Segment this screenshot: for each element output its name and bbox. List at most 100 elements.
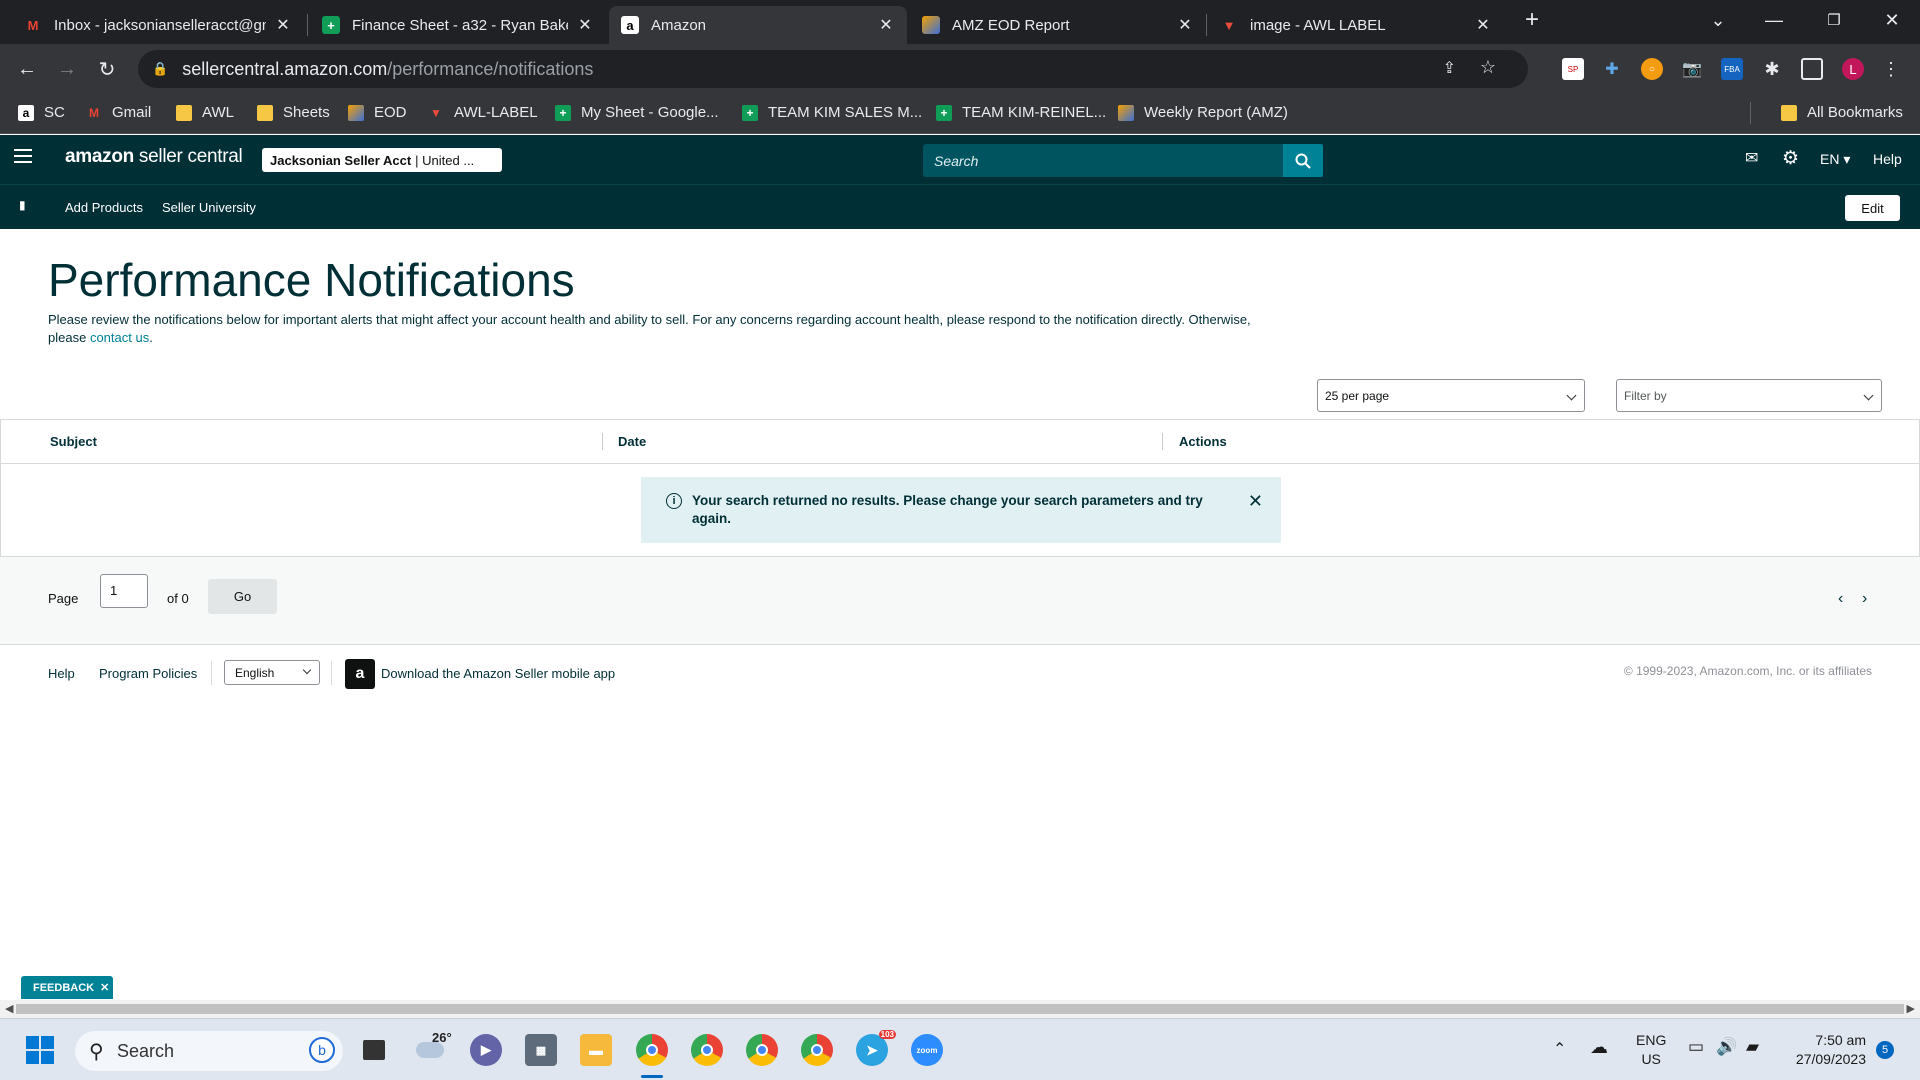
network-icon[interactable]: ▭ xyxy=(1688,1037,1704,1057)
input-language[interactable]: ENG US xyxy=(1636,1031,1666,1069)
filter-select[interactable]: Filter by xyxy=(1616,379,1882,412)
bookmark-my-sheet[interactable]: + My Sheet - Google... xyxy=(555,104,719,121)
language-switcher[interactable]: EN ▾ xyxy=(1820,151,1850,168)
teams-chat-icon[interactable]: ▶ xyxy=(470,1034,502,1066)
footer-policies-link[interactable]: Program Policies xyxy=(99,666,197,681)
clock[interactable]: 7:50 am 27/09/2023 xyxy=(1788,1031,1866,1069)
page-number-input[interactable]: 1 xyxy=(100,574,148,608)
feedback-button[interactable]: FEEDBACK ✕ xyxy=(21,976,113,999)
tab-gmail[interactable]: M Inbox - jacksonianselleracct@gm ✕ xyxy=(12,6,304,44)
scroll-left-icon[interactable]: ◀ xyxy=(5,1002,13,1015)
close-icon[interactable]: ✕ xyxy=(1474,15,1492,35)
fba-extension-icon[interactable]: FBA xyxy=(1721,58,1743,80)
search-input[interactable]: Search xyxy=(923,144,1323,177)
bookmark-sheets[interactable]: Sheets xyxy=(257,104,330,121)
subnav-seller-university[interactable]: Seller University xyxy=(162,200,256,215)
account-switcher[interactable]: Jacksonian Seller Acct | United ... xyxy=(262,148,502,172)
volume-icon[interactable]: 🔊 xyxy=(1716,1037,1737,1057)
column-date[interactable]: Date xyxy=(618,434,646,449)
scroll-right-icon[interactable]: ▶ xyxy=(1907,1002,1915,1015)
minimize-icon[interactable]: — xyxy=(1746,0,1802,40)
column-subject[interactable]: Subject xyxy=(50,434,97,449)
close-icon[interactable]: ✕ xyxy=(576,15,594,35)
close-icon[interactable]: ✕ xyxy=(274,15,292,35)
contact-us-link[interactable]: contact us xyxy=(90,330,149,345)
close-icon[interactable]: ✕ xyxy=(877,15,895,35)
window-close-icon[interactable]: ✕ xyxy=(1864,0,1920,40)
chrome-icon[interactable] xyxy=(636,1034,668,1066)
per-page-select[interactable]: 25 per page xyxy=(1317,379,1585,412)
subnav-add-products[interactable]: Add Products xyxy=(65,200,143,215)
bookmark-team-kim-reinel[interactable]: + TEAM KIM-REINEL... xyxy=(936,104,1106,121)
close-icon[interactable]: ✕ xyxy=(1176,15,1194,35)
task-view-icon[interactable] xyxy=(358,1034,390,1066)
calculator-icon[interactable]: ▦ xyxy=(525,1034,557,1066)
tab-finance-sheet[interactable]: + Finance Sheet - a32 - Ryan Bake ✕ xyxy=(310,6,606,44)
back-icon[interactable]: ← xyxy=(12,54,42,84)
weather-widget-icon[interactable]: 26° xyxy=(414,1030,452,1066)
bing-icon[interactable]: b xyxy=(309,1037,335,1063)
file-explorer-icon[interactable]: ▬ xyxy=(580,1034,612,1066)
reload-icon[interactable]: ↻ xyxy=(92,54,122,84)
scrollbar-thumb[interactable] xyxy=(16,1004,1904,1014)
puzzle-icon[interactable]: ✱ xyxy=(1761,58,1783,80)
side-panel-icon[interactable] xyxy=(1801,58,1823,80)
footer-divider xyxy=(331,661,332,685)
taskbar-search[interactable]: ⚲ Search b xyxy=(75,1031,343,1071)
tab-amazon[interactable]: a Amazon ✕ xyxy=(609,6,907,44)
profile-avatar[interactable]: L xyxy=(1842,58,1864,80)
chrome-icon[interactable] xyxy=(801,1034,833,1066)
forward-icon[interactable]: → xyxy=(52,54,82,84)
extension-icon[interactable]: ○ xyxy=(1641,58,1663,80)
bookmark-awl[interactable]: AWL xyxy=(176,104,234,121)
mail-icon[interactable]: ✉ xyxy=(1745,148,1758,168)
edit-button[interactable]: Edit xyxy=(1845,195,1900,221)
close-icon[interactable]: ✕ xyxy=(1248,491,1263,512)
next-page-icon[interactable]: › xyxy=(1862,590,1867,608)
telegram-icon[interactable]: ➤ 103 xyxy=(856,1030,896,1066)
notification-badge[interactable]: 5 xyxy=(1876,1041,1894,1059)
tab-separator xyxy=(1206,14,1207,36)
bookmark-gmail[interactable]: M Gmail xyxy=(86,104,151,121)
chrome-icon[interactable] xyxy=(691,1034,723,1066)
extension-icon[interactable]: ✚ xyxy=(1601,58,1623,80)
menu-kebab-icon[interactable]: ⋮ xyxy=(1880,58,1902,80)
bookmark-star-icon[interactable]: ☆ xyxy=(1480,57,1496,78)
go-button[interactable]: Go xyxy=(208,579,277,614)
tab-title: Finance Sheet - a32 - Ryan Bake xyxy=(352,16,568,34)
seller-central-logo[interactable]: amazon seller central xyxy=(65,146,243,168)
bookmark-awl-label[interactable]: ▼ AWL-LABEL xyxy=(428,104,538,121)
bookmark-team-kim-sales[interactable]: + TEAM KIM SALES M... xyxy=(742,104,922,121)
new-tab-button[interactable]: + xyxy=(1504,0,1560,40)
windows-start-icon[interactable] xyxy=(24,1034,56,1066)
amazon-app-icon[interactable]: a xyxy=(345,659,375,689)
footer-help-link[interactable]: Help xyxy=(48,666,75,681)
extension-icon[interactable]: SP xyxy=(1562,58,1584,80)
address-bar[interactable]: 🔒 sellercentral.amazon.com/performance/n… xyxy=(138,50,1528,88)
close-icon[interactable]: ✕ xyxy=(100,981,109,994)
previous-page-icon[interactable]: ‹ xyxy=(1838,590,1843,608)
bookmark-eod[interactable]: EOD xyxy=(348,104,407,121)
share-icon[interactable]: ⇪ xyxy=(1443,58,1456,78)
bookmark-icon[interactable]: ▮ xyxy=(19,198,26,212)
show-hidden-icons[interactable]: ⌃ xyxy=(1553,1039,1566,1059)
tab-awl-label[interactable]: ▼ image - AWL LABEL ✕ xyxy=(1208,6,1504,44)
onedrive-icon[interactable]: ☁ xyxy=(1590,1037,1608,1058)
horizontal-scrollbar[interactable]: ◀ ▶ xyxy=(0,1000,1920,1018)
gear-icon[interactable]: ⚙ xyxy=(1782,147,1799,170)
tab-search-icon[interactable]: ⌄ xyxy=(1690,0,1746,40)
zoom-icon[interactable]: zoom xyxy=(911,1034,943,1066)
download-app-link[interactable]: Download the Amazon Seller mobile app xyxy=(381,666,615,681)
search-button[interactable] xyxy=(1283,144,1323,177)
restore-icon[interactable]: ❐ xyxy=(1806,0,1862,40)
help-link[interactable]: Help xyxy=(1873,151,1902,167)
camera-extension-icon[interactable]: 📷 xyxy=(1681,58,1703,80)
bookmark-sc[interactable]: a SC xyxy=(18,104,65,121)
bookmark-weekly-report[interactable]: Weekly Report (AMZ) xyxy=(1118,104,1288,121)
tab-eod-report[interactable]: AMZ EOD Report ✕ xyxy=(910,6,1206,44)
battery-icon[interactable]: ▰ xyxy=(1746,1037,1759,1057)
chrome-icon[interactable] xyxy=(746,1034,778,1066)
all-bookmarks[interactable]: All Bookmarks xyxy=(1781,104,1903,121)
footer-language-select[interactable]: English xyxy=(224,660,320,685)
hamburger-menu-icon[interactable] xyxy=(14,149,32,167)
